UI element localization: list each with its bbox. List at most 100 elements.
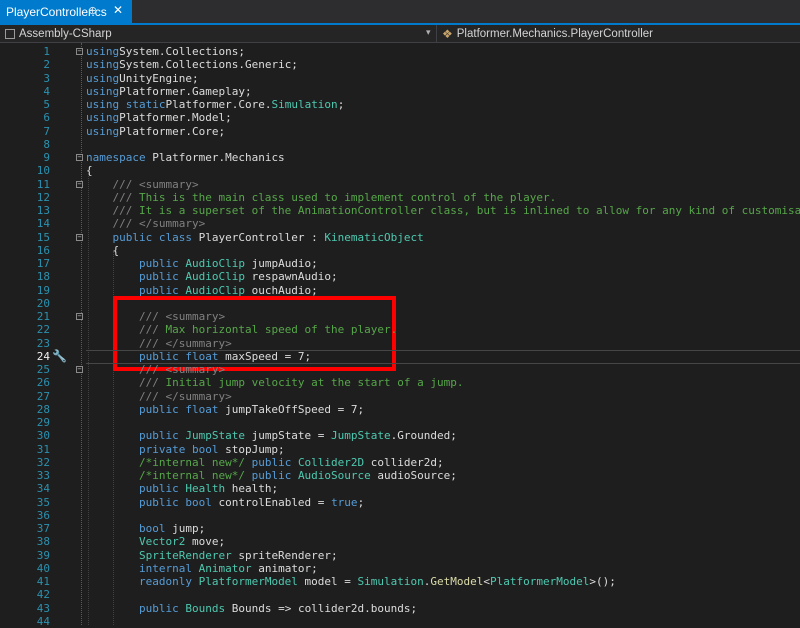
code-line[interactable]: 26 /// Initial jump velocity at the star… — [0, 376, 800, 389]
collapse-icon[interactable]: − — [76, 233, 83, 241]
code-line[interactable]: 38 Vector2 move; — [0, 535, 800, 548]
code-line[interactable]: 33 /*internal new*/ public AudioSource a… — [0, 469, 800, 482]
code-line[interactable]: 37 bool jump; — [0, 522, 800, 535]
code-token: >(); — [589, 575, 616, 588]
code-token: Bounds — [185, 601, 226, 615]
code-line[interactable]: 41 readonly PlatformerModel model = Simu… — [0, 575, 800, 588]
code-line[interactable]: 28 public float jumpTakeOffSpeed = 7; — [0, 403, 800, 416]
pin-icon[interactable]: ⊕ — [88, 4, 97, 17]
line-number: 43 — [36, 601, 50, 615]
code-line[interactable]: 36 — [0, 509, 800, 522]
code-line[interactable]: 23 /// </summary> — [0, 337, 800, 350]
code-token: /// — [86, 389, 159, 403]
code-line[interactable]: 34 public Health health; — [0, 482, 800, 495]
code-token: Platformer.Core; — [119, 124, 226, 138]
code-token: jumpAudio; — [244, 257, 318, 270]
code-line[interactable]: 15 − public class PlayerController : Kine… — [0, 231, 800, 244]
collapse-icon[interactable]: − — [76, 154, 83, 161]
code-line[interactable]: 4 usingPlatformer.Gameplay; — [0, 85, 800, 98]
line-number: 17 — [36, 257, 50, 270]
code-token: collider2d; — [364, 455, 444, 469]
code-token: stopJump; — [218, 442, 285, 456]
code-line[interactable]: 43 public Bounds Bounds => collider2d.bo… — [0, 602, 800, 615]
code-text: usingPlatformer.Model; — [86, 111, 232, 124]
code-line[interactable]: 7 usingPlatformer.Core; — [0, 125, 800, 138]
code-token: <summary> — [158, 363, 226, 376]
code-token: /// — [86, 376, 159, 390]
collapse-icon[interactable]: − — [76, 48, 83, 55]
code-line[interactable]: 16 { — [0, 244, 800, 257]
line-number: 40 — [36, 561, 50, 575]
code-line[interactable]: 6 usingPlatformer.Model; — [0, 111, 800, 124]
code-token: </summary> — [158, 336, 232, 350]
code-line[interactable]: 8 — [0, 138, 800, 151]
code-text: public class PlayerController : Kinemati… — [86, 231, 423, 244]
line-number: 39 — [36, 548, 50, 562]
navigation-bar: Assembly-CSharp ▾ ❖ Platformer.Mechanics… — [0, 25, 800, 43]
code-token: audioSource; — [370, 469, 457, 482]
line-number: 44 — [36, 614, 50, 628]
code-line[interactable]: 21 − /// <summary> — [0, 310, 800, 323]
line-number: 21 — [36, 310, 50, 323]
tab-playercontroller[interactable]: PlayerController.cs ⊕ ✕ — [0, 0, 132, 23]
code-line[interactable]: 2 usingSystem.Collections.Generic; — [0, 58, 800, 71]
code-line[interactable]: 44 — [0, 615, 800, 628]
code-token: public — [86, 482, 179, 496]
code-line[interactable]: 22 /// Max horizontal speed of the playe… — [0, 323, 800, 336]
code-line[interactable]: 25 − /// <summary> — [0, 363, 800, 376]
code-line[interactable]: 17 public AudioClip jumpAudio; — [0, 257, 800, 270]
code-token: Animator — [198, 561, 252, 575]
code-line[interactable]: 12 /// This is the main class used to im… — [0, 191, 800, 204]
code-text: /*internal new*/ public AudioSource audi… — [86, 469, 457, 482]
close-icon[interactable]: ✕ — [113, 3, 123, 17]
code-line[interactable]: 31 private bool stopJump; — [0, 443, 800, 456]
code-token: ; — [357, 495, 365, 509]
code-line[interactable]: 30 public JumpState jumpState = JumpStat… — [0, 429, 800, 442]
code-line[interactable]: 5 using staticPlatformer.Core.Simulation; — [0, 98, 800, 111]
collapse-icon[interactable]: − — [76, 313, 83, 320]
code-line[interactable]: 10 { — [0, 164, 800, 177]
code-line[interactable]: 40 internal Animator animator; — [0, 562, 800, 575]
code-line[interactable]: 1 − usingSystem.Collections; — [0, 45, 800, 58]
code-line[interactable]: 20 — [0, 297, 800, 310]
code-token: <summary> — [132, 177, 199, 191]
code-line[interactable]: 14 /// </summary> — [0, 217, 800, 230]
code-line[interactable]: 35 public bool controlEnabled = true; — [0, 496, 800, 509]
code-line[interactable]: 18 public AudioClip respawnAudio; — [0, 270, 800, 283]
code-token: /// — [86, 217, 133, 231]
code-line[interactable]: 32 /*internal new*/ public Collider2D co… — [0, 456, 800, 469]
code-line[interactable]: 13 /// It is a superset of the Animation… — [0, 204, 800, 217]
collapse-icon[interactable]: − — [76, 366, 83, 373]
quick-action-icon[interactable]: 🔧 — [52, 349, 67, 363]
line-number: 20 — [36, 296, 50, 310]
code-line[interactable]: 19 public AudioClip ouchAudio; — [0, 284, 800, 297]
line-number: 22 — [36, 323, 50, 337]
code-text: usingUnityEngine; — [86, 72, 199, 85]
code-line[interactable]: 9 − namespace Platformer.Mechanics — [0, 151, 800, 164]
type-dropdown[interactable]: ❖ Platformer.Mechanics.PlayerController — [438, 25, 800, 42]
code-token: using — [86, 71, 120, 85]
code-line[interactable]: 3 usingUnityEngine; — [0, 72, 800, 85]
code-text: /*internal new*/ public Collider2D colli… — [86, 456, 444, 469]
code-token: Platformer.Gameplay; — [119, 84, 252, 98]
code-token: /// — [86, 336, 159, 350]
collapse-icon[interactable]: − — [76, 180, 83, 188]
line-number: 15 — [36, 230, 50, 244]
code-line[interactable]: 24 🔧 public float maxSpeed = 7; — [0, 349, 800, 364]
code-token: bool — [86, 522, 166, 535]
code-line[interactable]: 29 — [0, 416, 800, 429]
line-number: 28 — [36, 402, 50, 416]
project-dropdown[interactable]: Assembly-CSharp ▾ — [0, 25, 437, 42]
code-token: Vector2 — [86, 535, 186, 549]
code-token: Collider2D — [297, 455, 365, 469]
line-number: 13 — [36, 204, 50, 217]
line-number: 1 — [43, 45, 50, 58]
code-line[interactable]: 42 — [0, 588, 800, 601]
code-line[interactable]: 39 SpriteRenderer spriteRenderer; — [0, 549, 800, 562]
code-token: respawnAudio; — [244, 270, 338, 284]
code-line[interactable]: 27 /// </summary> — [0, 390, 800, 403]
line-number: 38 — [36, 535, 50, 549]
code-line[interactable]: 11 − /// <summary> — [0, 178, 800, 191]
line-number: 24 — [36, 349, 50, 363]
code-editor[interactable]: 1− usingSystem.Collections; 2 usingSystem.C… — [0, 43, 800, 628]
